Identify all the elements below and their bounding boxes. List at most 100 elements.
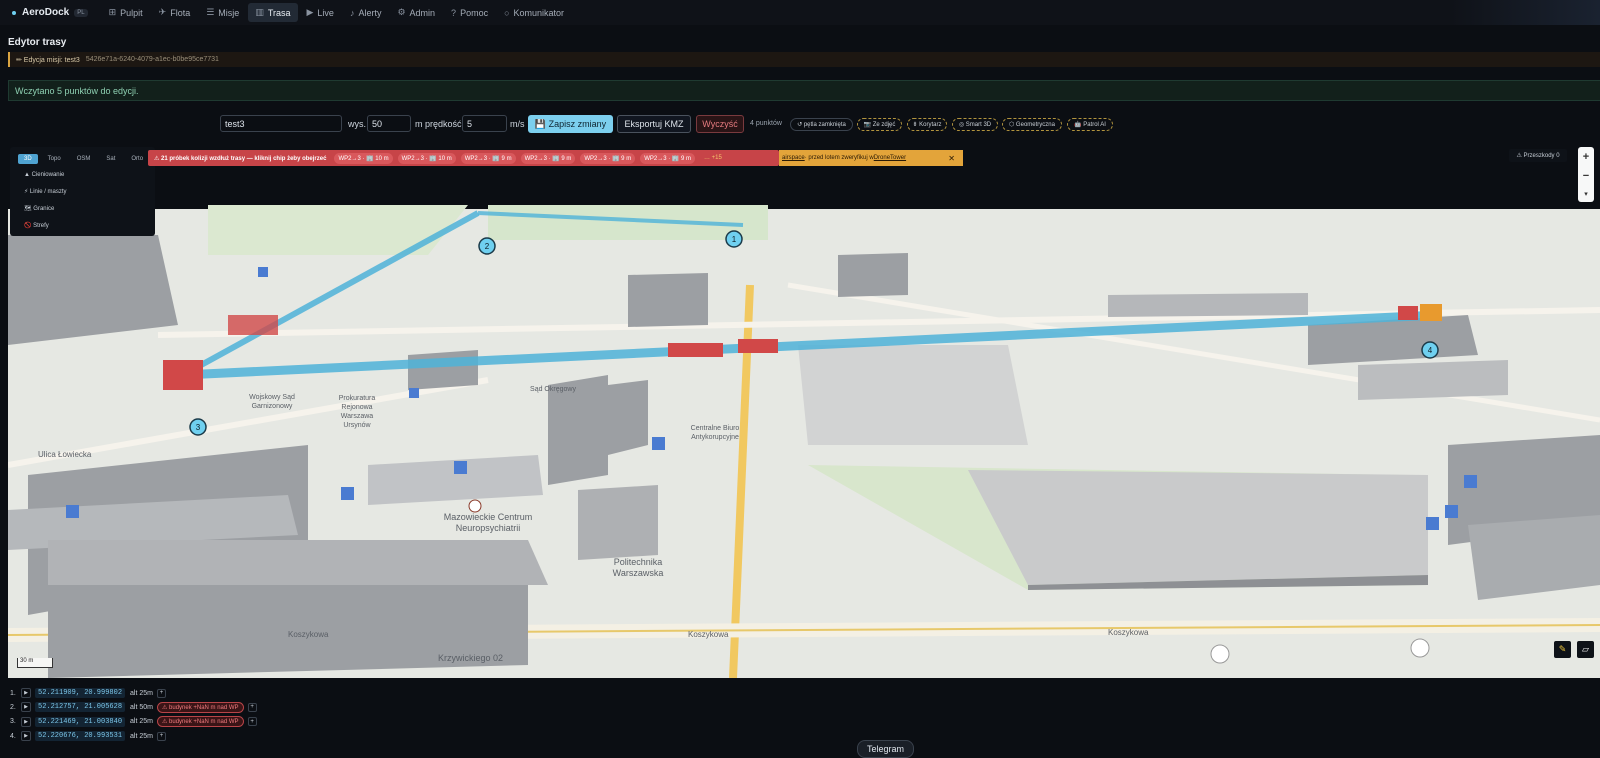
info-icon[interactable] <box>1210 644 1230 664</box>
tab-topo[interactable]: Topo <box>42 154 67 164</box>
route-name-input[interactable] <box>220 115 342 132</box>
tab-orto[interactable]: Orto <box>125 154 149 164</box>
tab-3d[interactable]: 3D <box>18 153 38 164</box>
tab-osm[interactable]: OSM <box>71 154 97 164</box>
collision-more[interactable]: … +15 <box>700 153 726 163</box>
chip-patrol-ai[interactable]: 🤖 Patrol AI <box>1067 118 1113 131</box>
fullscreen-icon[interactable]: ▱ <box>1577 641 1594 658</box>
help-icon: ? <box>451 7 457 18</box>
collision-sample[interactable] <box>668 343 723 357</box>
collision-chip[interactable]: WP2→3 · 🏢 9 m <box>640 152 695 164</box>
add-icon[interactable]: + <box>156 731 166 741</box>
waypoint-index: 1. <box>10 689 16 697</box>
collision-sample[interactable] <box>1398 306 1418 320</box>
add-icon[interactable]: + <box>247 702 257 712</box>
export-kmz-button[interactable]: Eksportuj KMZ <box>617 115 691 133</box>
waypoint-coords[interactable]: 52.211909, 20.999802 <box>35 688 126 698</box>
collision-sample[interactable] <box>163 360 203 390</box>
video-icon: ▶ <box>306 7 314 17</box>
bell-icon: ♪ <box>349 7 355 18</box>
waypoint-row[interactable]: 3. ▶ 52.221469, 21.003840 alt 25m ⚠ budy… <box>10 715 257 729</box>
wp-marker-2[interactable]: 2 <box>478 237 496 255</box>
save-button[interactable]: 💾 Zapisz zmiany <box>528 115 613 133</box>
collision-chip[interactable]: WP2→3 · 🏢 9 m <box>520 152 576 164</box>
close-icon[interactable]: ✕ <box>948 154 955 163</box>
nav-label: Pulpit <box>120 7 143 18</box>
layer-borders[interactable]: 🗺 Granice <box>24 200 155 217</box>
altitude-input[interactable] <box>367 115 411 132</box>
chip-geometric[interactable]: ⬡ Geometryczna <box>1002 118 1062 131</box>
map-label: Koszykowa <box>288 630 329 639</box>
nav-flota[interactable]: ✈ Flota <box>152 3 198 22</box>
clear-button[interactable]: Wyczyść <box>696 115 744 133</box>
collision-chip[interactable]: WP2→3 · 🏢 9 m <box>460 152 516 164</box>
play-icon[interactable]: ▶ <box>21 731 31 742</box>
map-3d-view[interactable]: 1 2 3 4 Mazowieckie Centrum Neuropsychia… <box>8 145 1600 678</box>
zoom-in-icon[interactable]: + <box>1583 151 1589 163</box>
nav-pomoc[interactable]: ? Pomoc <box>444 3 495 22</box>
telegram-button[interactable]: Telegram <box>857 740 914 758</box>
parking-icon <box>1426 517 1439 530</box>
hospital-icon <box>468 499 482 513</box>
obstacles-button[interactable]: ⚠ Przeszkody 0 <box>1509 149 1567 162</box>
collision-chip[interactable]: WP2→3 · 🏢 10 m <box>334 152 393 164</box>
waypoint-alt: alt 50m <box>130 703 153 711</box>
waypoint-coords[interactable]: 52.220676, 20.993531 <box>35 731 126 742</box>
waypoint-coords[interactable]: 52.212757, 21.005628 <box>35 702 126 713</box>
zoom-out-icon[interactable]: − <box>1583 170 1589 182</box>
play-icon[interactable]: ▶ <box>21 702 31 713</box>
layer-tabs: 3D Topo OSM Sat Orto <box>18 151 155 166</box>
map-label: Mazowieckie Centrum <box>444 512 533 522</box>
layer-zones[interactable]: 🚫 Strefy <box>24 217 155 234</box>
waypoint-coords[interactable]: 52.221469, 21.003840 <box>35 716 126 727</box>
route-end-sample[interactable] <box>1420 304 1442 321</box>
lang-badge[interactable]: PL <box>74 8 88 17</box>
building-warning-badge[interactable]: ⚠ budynek +NaN m nad WP <box>156 701 244 713</box>
tab-sat[interactable]: Sat <box>100 154 121 164</box>
loop-toggle[interactable]: ↺ pętla zamknięta <box>790 118 853 131</box>
nav-alerty[interactable]: ♪ Alerty <box>343 3 389 22</box>
nav-live[interactable]: ▶ Live <box>300 3 341 22</box>
collision-sample[interactable] <box>228 315 278 335</box>
parking-icon <box>66 505 79 518</box>
waypoint-index: 3. <box>10 718 16 726</box>
map-canvas[interactable]: 1 2 3 4 Mazowieckie Centrum Neuropsychia… <box>8 145 1600 678</box>
add-icon[interactable]: + <box>247 717 257 727</box>
play-icon[interactable]: ▶ <box>21 716 31 727</box>
layer-power-lines[interactable]: ⚡ Linie / maszty <box>24 183 155 200</box>
collision-chip[interactable]: WP2→3 · 🏢 10 m <box>397 152 456 164</box>
collision-sample[interactable] <box>738 339 778 353</box>
nav-misje[interactable]: ☰ Misje <box>199 3 246 22</box>
airspace-link[interactable]: airspace <box>782 155 805 161</box>
chip-smart-3d[interactable]: ◎ Smart 3D <box>952 118 998 131</box>
waypoint-row[interactable]: 1. ▶ 52.211909, 20.999802 alt 25m + <box>10 686 257 700</box>
points-count: 4 punktów <box>750 120 782 127</box>
play-icon[interactable]: ▶ <box>21 688 31 698</box>
wp-marker-4[interactable]: 4 <box>1421 341 1439 359</box>
nav-pulpit[interactable]: ⊞ Pulpit <box>102 3 150 22</box>
add-icon[interactable]: + <box>156 688 166 698</box>
trash-icon[interactable] <box>1410 638 1430 658</box>
compass-icon[interactable]: ▾ <box>1584 190 1588 198</box>
brand[interactable]: AeroDock PL <box>12 7 88 18</box>
nav-trasa[interactable]: ▥ Trasa <box>248 3 298 22</box>
chip-from-photos[interactable]: 📷 Ze zdjęć <box>857 118 902 131</box>
chip-corridor[interactable]: ⇟ Korytarz <box>907 118 947 131</box>
nav-label: Alerty <box>358 7 382 18</box>
map-label: Ulica Łowiecka <box>38 450 92 459</box>
dronetower-link[interactable]: DroneTower <box>874 155 906 161</box>
nav-admin[interactable]: ⚙ Admin <box>390 3 442 22</box>
nav-komunikator[interactable]: ○ Komunikator <box>497 3 571 22</box>
speed-input[interactable] <box>462 115 507 132</box>
map-label: Ursynów <box>343 422 371 429</box>
wp-marker-3[interactable]: 3 <box>189 418 207 436</box>
layer-shading[interactable]: ▲ Cieniowanie <box>24 166 155 183</box>
building-warning-badge[interactable]: ⚠ budynek +NaN m nad WP <box>156 716 244 728</box>
ruler-icon[interactable]: ✎ <box>1554 641 1571 658</box>
wp-marker-1[interactable]: 1 <box>725 230 743 248</box>
alt-unit: m <box>415 119 423 129</box>
waypoint-row[interactable]: 2. ▶ 52.212757, 21.005628 alt 50m ⚠ budy… <box>10 700 257 714</box>
collision-chip[interactable]: WP2→3 · 🏢 9 m <box>580 152 636 164</box>
waypoint-row[interactable]: 4. ▶ 52.220676, 20.993531 alt 25m + <box>10 729 257 743</box>
nav-label: Flota <box>170 7 191 18</box>
